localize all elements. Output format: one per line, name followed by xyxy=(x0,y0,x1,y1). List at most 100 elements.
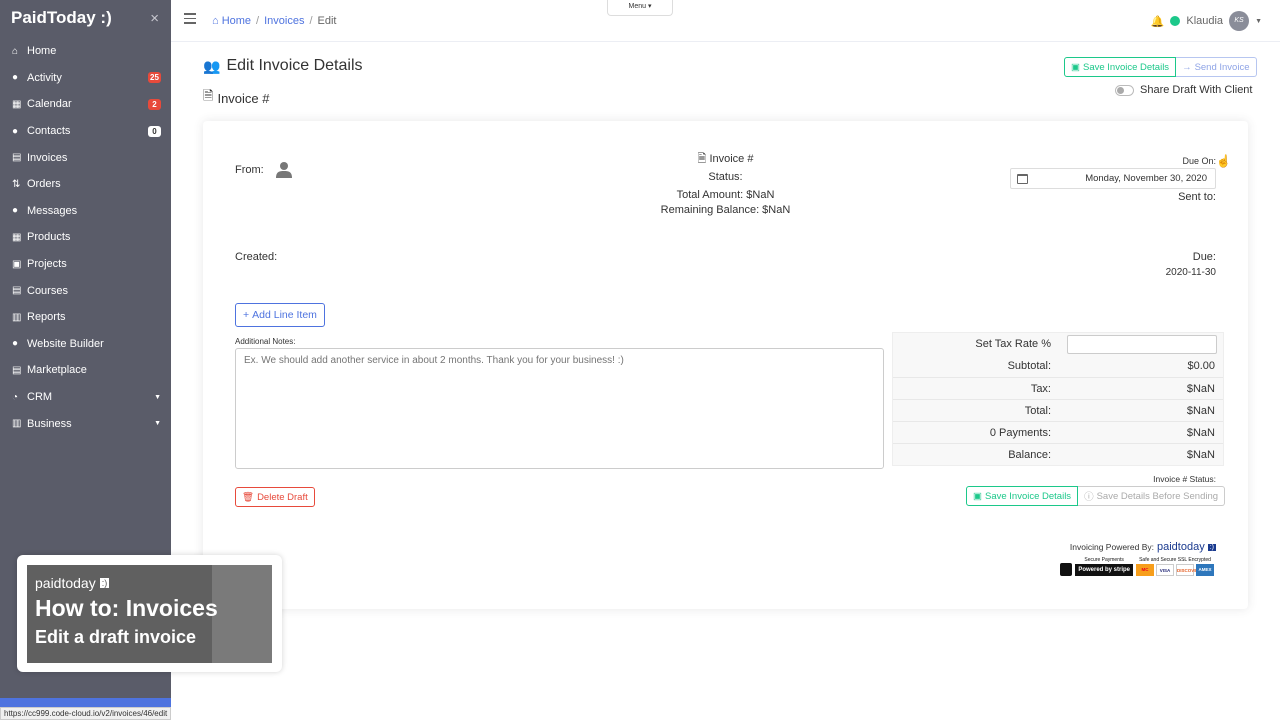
total-amount: Total Amount: $NaN xyxy=(676,189,775,201)
totals-value: $0.00 xyxy=(1187,360,1215,372)
sidebar-item-products[interactable]: ▦ Products xyxy=(0,224,171,251)
calendar-icon xyxy=(1017,173,1028,184)
stripe-badge: Powered by stripe xyxy=(1075,564,1133,576)
powered-by: Invoicing Powered By: paidtoday :) xyxy=(1070,541,1216,553)
top-action-group: ▣ Save Invoice Details → Send Invoice xyxy=(1064,57,1257,77)
sort-icon: ⇅ xyxy=(12,178,21,190)
breadcrumb-home[interactable]: ⌂ Home xyxy=(212,15,251,27)
tutorial-brand-text: paidtoday xyxy=(35,575,96,591)
sidebar-item-invoices[interactable]: ▤ Invoices xyxy=(0,144,171,171)
totals-row: Tax: $NaN xyxy=(893,377,1223,399)
add-line-item-button[interactable]: + Add Line Item xyxy=(235,303,325,327)
user-name[interactable]: Klaudia xyxy=(1186,15,1223,27)
due-date-value: Monday, November 30, 2020 xyxy=(1085,173,1207,184)
sidebar-item-label: Website Builder xyxy=(27,337,104,350)
card-logos: MC VISA DISCOVER AMEX xyxy=(1136,564,1214,576)
share-draft-toggle[interactable]: Share Draft With Client xyxy=(1115,84,1252,96)
sidebar-item-courses[interactable]: ▤ Courses xyxy=(0,277,171,304)
calendar-icon: ▦ xyxy=(12,98,22,110)
info-icon: ⓘ xyxy=(1084,492,1094,503)
sidebar-item-label: Reports xyxy=(27,311,66,324)
hamburger-icon[interactable] xyxy=(184,13,196,27)
file-invoice-icon: 🗎 xyxy=(203,88,214,103)
sidebar-item-crm[interactable]: ◔ CRM ▼ xyxy=(0,384,171,411)
save-invoice-bottom-button[interactable]: ▣ Save Invoice Details xyxy=(966,486,1079,506)
invoice-card: From: 🗎 Invoice # Status: Total Amount: … xyxy=(203,121,1248,609)
sidebar-item-business[interactable]: ▥ Business ▼ xyxy=(0,410,171,437)
stripe-badge-group: Secure Payments Powered by stripe xyxy=(1075,557,1133,576)
sidebar-item-label: CRM xyxy=(27,391,53,404)
delete-draft-button[interactable]: 🗑 Delete Draft xyxy=(235,487,315,507)
sidebar-item-label: Products xyxy=(27,231,71,244)
breadcrumb-current: Edit xyxy=(317,15,337,27)
save-bottom-label: Save Invoice Details xyxy=(984,490,1072,502)
tax-rate-input[interactable] xyxy=(1067,334,1217,354)
card-logo-discover: DISCOVER xyxy=(1176,564,1201,576)
sidebar-item-contacts[interactable]: ● Contacts 0 xyxy=(0,118,171,145)
tutorial-brand: paidtoday :) xyxy=(35,575,110,591)
add-line-item-label: Add Line Item xyxy=(252,309,317,321)
building-icon: ▥ xyxy=(12,418,22,430)
online-status-icon xyxy=(1170,16,1181,26)
card-logo-visa: VISA xyxy=(1156,564,1174,576)
users-icon: ● xyxy=(12,125,19,137)
sidebar-item-projects[interactable]: ▣ Projects xyxy=(0,251,171,278)
breadcrumb-separator: / xyxy=(256,15,260,27)
page-title-text: Edit Invoice Details xyxy=(226,57,363,74)
sidebar-nav: ⌂ Home ● Activity 25 ▦ Calendar 2 ● Contacts 0 ▤ Inv… xyxy=(0,38,171,437)
ssl-caption: Safe and Secure SSL Encrypted xyxy=(1139,557,1211,563)
sidebar-item-label: Activity xyxy=(27,71,62,84)
bell-icon[interactable]: 🔔 xyxy=(1151,15,1165,28)
due-date-picker[interactable]: Monday, November 30, 2020 xyxy=(1010,168,1216,189)
invoice-number: 🗎 Invoice # xyxy=(697,153,754,165)
totals-row: Total: $NaN xyxy=(893,399,1223,421)
secure-payments-badges: Secure Payments Powered by stripe Safe a… xyxy=(1060,557,1214,576)
users-icon: 👥 xyxy=(203,57,221,74)
toggle-switch[interactable] xyxy=(1115,84,1134,96)
close-icon[interactable]: × xyxy=(150,10,159,27)
sidebar-item-label: Projects xyxy=(27,258,67,271)
totals-value: $NaN xyxy=(1186,382,1215,395)
comments-icon: ● xyxy=(12,205,19,217)
send-invoice-button[interactable]: → Send Invoice xyxy=(1176,57,1257,77)
due-label: Due: xyxy=(1192,251,1216,263)
count-badge: 25 xyxy=(148,72,161,84)
invoice-status-label: Invoice # Status: xyxy=(1153,474,1216,484)
breadcrumb-invoices[interactable]: Invoices xyxy=(264,15,304,27)
totals-table: Set Tax Rate % Subtotal: $0.00 Tax: $NaN Tot… xyxy=(892,332,1224,466)
file-invoice-icon: ▤ xyxy=(12,152,22,164)
menu-dropdown-tab[interactable]: Menu ▾ xyxy=(607,0,673,16)
sidebar-item-orders[interactable]: ⇅ Orders xyxy=(0,171,171,198)
home-icon: ⌂ xyxy=(12,45,19,57)
sidebar-item-activity[interactable]: ● Activity 25 xyxy=(0,65,171,92)
save-before-sending-label: Save Details Before Sending xyxy=(1096,490,1219,502)
save-before-sending-button[interactable]: ⓘ Save Details Before Sending xyxy=(1078,486,1226,506)
sidebar-item-label: Calendar xyxy=(27,98,72,111)
notes-textarea[interactable] xyxy=(235,348,884,469)
book-icon: ▤ xyxy=(12,285,22,297)
save-icon: ▣ xyxy=(1071,61,1080,73)
sidebar-item-reports[interactable]: ▥ Reports xyxy=(0,304,171,331)
totals-row: Balance: $NaN xyxy=(893,443,1223,465)
totals-row: 0 Payments: $NaN xyxy=(893,421,1223,443)
sidebar-item-website-builder[interactable]: ● Website Builder xyxy=(0,331,171,358)
sidebar-item-home[interactable]: ⌂ Home xyxy=(0,38,171,65)
card-logo-amex: AMEX xyxy=(1196,564,1214,576)
chevron-down-icon[interactable]: ▼ xyxy=(1255,18,1262,25)
send-invoice-label: Send Invoice xyxy=(1194,61,1250,73)
sidebar-item-messages[interactable]: ● Messages xyxy=(0,198,171,225)
avatar[interactable]: KS xyxy=(1229,11,1250,31)
brand-title[interactable]: PaidToday :) xyxy=(11,8,112,28)
tax-rate-label: Set Tax Rate % xyxy=(975,338,1051,350)
status-url-tooltip: https://cc999.code-cloud.io/v2/invoices/… xyxy=(0,707,172,720)
paidtoday-logo[interactable]: paidtoday xyxy=(1157,541,1205,553)
from-label: From: xyxy=(235,164,264,176)
invoice-number-text: Invoice # xyxy=(709,153,754,165)
sidebar-item-calendar[interactable]: ▦ Calendar 2 xyxy=(0,91,171,118)
sidebar-item-label: Home xyxy=(27,45,57,58)
totals-label: Total: xyxy=(1024,404,1051,417)
globe-icon: ● xyxy=(12,338,19,350)
totals-row: Subtotal: $0.00 xyxy=(893,355,1223,377)
sidebar-item-marketplace[interactable]: ▤ Marketplace xyxy=(0,357,171,384)
save-invoice-button[interactable]: ▣ Save Invoice Details xyxy=(1064,57,1177,77)
